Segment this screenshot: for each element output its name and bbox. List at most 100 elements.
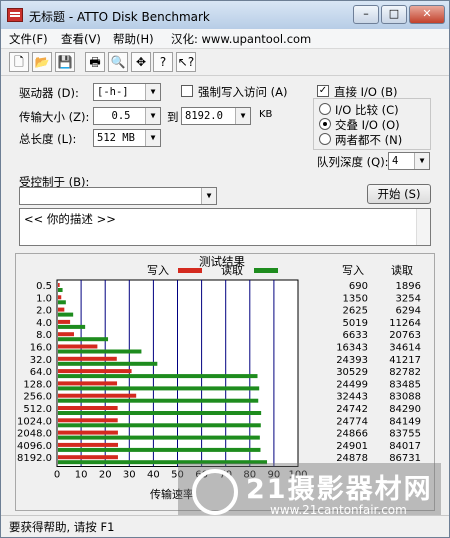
drive-select[interactable]: [-h-] ▼ (93, 83, 161, 101)
kb-label: KB (259, 109, 273, 120)
write-bar (58, 381, 118, 386)
menu-view[interactable]: 查看(V) (61, 31, 101, 47)
menu-localization[interactable]: 汉化: www.upantool.com (171, 31, 311, 47)
read-bar (58, 447, 261, 452)
description-scrollbar[interactable] (416, 209, 430, 245)
drive-label: 驱动器 (D): (19, 86, 79, 100)
y-tick-label: 32.0 (30, 355, 52, 366)
read-value-label: 1896 (396, 281, 421, 292)
menu-file[interactable]: 文件(F) (9, 31, 48, 47)
read-bar (58, 288, 63, 292)
force-write-label: 强制写入访问 (A) (198, 85, 288, 99)
read-value-label: 34614 (389, 343, 421, 354)
force-write-checkbox[interactable] (181, 85, 193, 97)
write-bar (58, 283, 60, 287)
read-bar (58, 300, 66, 305)
y-tick-label: 8.0 (36, 330, 52, 341)
help-icon[interactable]: ? (153, 52, 173, 72)
write-bar (58, 319, 71, 324)
neither-radio[interactable] (319, 133, 331, 145)
save-icon[interactable]: 💾 (55, 52, 75, 72)
direct-io-checkbox[interactable]: ✓ (317, 85, 329, 97)
write-bar (58, 356, 117, 361)
read-value-label: 84290 (389, 404, 421, 415)
drive-value: [-h-] (97, 86, 129, 98)
write-value-label: 16343 (336, 343, 368, 354)
minimize-button[interactable]: – (353, 5, 379, 24)
queue-depth-select[interactable]: 4 ▼ (388, 152, 430, 170)
write-bar (58, 295, 62, 300)
context-help-icon[interactable]: ↖? (176, 52, 196, 72)
column-header-write: 写入 (342, 264, 364, 277)
io-compare-label: I/O 比较 (C) (335, 103, 399, 117)
write-value-label: 24499 (336, 379, 368, 390)
y-tick-label: 16.0 (30, 343, 52, 354)
read-bar (58, 411, 262, 415)
start-button[interactable]: 开始 (S) (367, 184, 431, 204)
print-icon[interactable]: 🖶 (85, 52, 105, 72)
y-tick-label: 1024.0 (17, 416, 52, 427)
write-value-label: 5019 (343, 318, 368, 329)
queue-depth-label: 队列深度 (Q): (317, 155, 389, 169)
transfer-to-select[interactable]: 8192.0 ▼ (181, 107, 251, 125)
overlap-io-radio[interactable] (319, 118, 331, 130)
read-value-label: 84017 (389, 441, 421, 452)
chevron-down-icon: ▼ (201, 188, 216, 204)
chevron-down-icon: ▼ (145, 108, 160, 124)
write-bar (58, 393, 137, 398)
read-value-label: 3254 (396, 293, 421, 304)
x-tick-label: 10 (75, 470, 88, 481)
transfer-from-value: 0.5 (111, 110, 131, 122)
new-file-icon[interactable]: 🗋 (9, 52, 29, 72)
y-tick-label: 64.0 (30, 367, 52, 378)
total-length-select[interactable]: 512 MB ▼ (93, 129, 161, 147)
x-tick-label: 0 (54, 470, 60, 481)
watermark-logo-icon (192, 469, 238, 515)
read-bar (58, 374, 258, 379)
maximize-button[interactable]: □ (381, 5, 407, 24)
description-textarea[interactable]: << 你的描述 >> (19, 208, 431, 246)
app-icon (7, 8, 23, 22)
write-value-label: 2625 (343, 306, 368, 317)
open-folder-icon[interactable]: 📂 (32, 52, 52, 72)
read-value-label: 11264 (389, 318, 421, 329)
y-tick-label: 512.0 (23, 404, 52, 415)
y-tick-label: 1.0 (36, 293, 52, 304)
read-bar (58, 337, 109, 342)
print-preview-icon[interactable]: 🔍 (108, 52, 128, 72)
write-bar (58, 307, 65, 312)
chevron-down-icon: ▼ (414, 153, 429, 169)
total-length-value: 512 MB (97, 132, 135, 144)
write-value-label: 6633 (343, 330, 368, 341)
write-bar (58, 455, 118, 460)
read-bar (58, 435, 260, 440)
x-tick-label: 40 (147, 470, 160, 481)
transfer-from-select[interactable]: 0.5 ▼ (93, 107, 161, 125)
read-bar (58, 361, 158, 366)
y-tick-label: 2.0 (36, 306, 52, 317)
read-bar (58, 386, 260, 391)
read-bar (58, 324, 86, 329)
y-tick-label: 4096.0 (17, 441, 52, 452)
queue-depth-value: 4 (392, 155, 399, 167)
move-icon[interactable]: ✥ (131, 52, 151, 72)
chevron-down-icon: ▼ (145, 130, 160, 146)
write-value-label: 1350 (343, 293, 368, 304)
transfer-to-value: 8192.0 (185, 110, 223, 122)
controlled-by-select[interactable]: ▼ (19, 187, 217, 205)
overlap-io-label: 交叠 I/O (O) (335, 118, 400, 132)
write-bar (58, 344, 98, 349)
close-button[interactable]: ✕ (409, 5, 445, 24)
write-bar (58, 442, 119, 447)
y-tick-label: 8192.0 (17, 453, 52, 464)
y-tick-label: 256.0 (23, 392, 52, 403)
read-value-label: 82782 (389, 367, 421, 378)
menu-bar: 文件(F) 查看(V) 帮助(H) 汉化: www.upantool.com (1, 29, 449, 48)
write-value-label: 32443 (336, 392, 368, 403)
io-compare-radio[interactable] (319, 103, 331, 115)
menu-help[interactable]: 帮助(H) (113, 31, 154, 47)
y-tick-label: 4.0 (36, 318, 52, 329)
legend-read-swatch (254, 268, 278, 273)
transfer-size-label: 传输大小 (Z): (19, 110, 90, 124)
watermark-text: 21摄影器材网 (246, 474, 433, 505)
